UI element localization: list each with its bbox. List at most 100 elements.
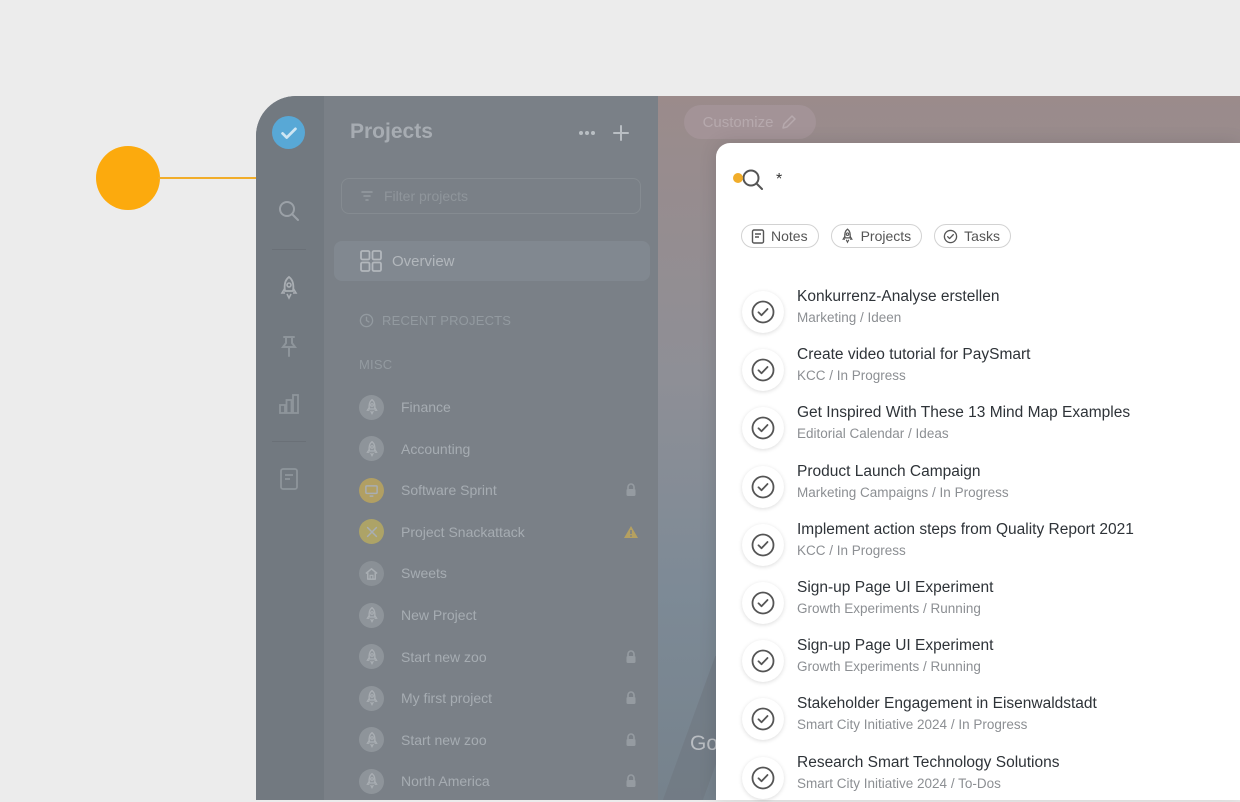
rail-notes-button[interactable]: [274, 464, 304, 494]
result-title: Product Launch Campaign: [797, 462, 981, 480]
rail-divider: [272, 249, 306, 250]
search-result-item[interactable]: Research Smart Technology Solutions Smart…: [742, 754, 1222, 802]
task-check-icon[interactable]: [742, 698, 784, 741]
lock-icon: [623, 773, 639, 789]
more-options-button[interactable]: [576, 122, 598, 144]
rocket-icon: [359, 727, 384, 753]
search-result-item[interactable]: Konkurrenz-Analyse erstellen Marketing / …: [742, 288, 1222, 336]
rail-reports-button[interactable]: [274, 389, 304, 419]
rocket-icon: [840, 228, 855, 244]
search-icon: [740, 167, 766, 193]
lock-icon: [623, 690, 639, 706]
callout-endpoint: [733, 173, 743, 183]
filter-chip-label: Projects: [860, 228, 912, 244]
result-title: Create video tutorial for PaySmart: [797, 346, 1031, 364]
project-item[interactable]: Project Snackattack: [359, 518, 639, 546]
filter-field: [341, 178, 641, 214]
project-item[interactable]: My first project: [359, 684, 639, 712]
app-logo[interactable]: [272, 116, 305, 149]
overview-label: Overview: [392, 252, 455, 270]
warning-icon: [623, 524, 639, 540]
result-path: Smart City Initiative 2024 / In Progress: [797, 717, 1028, 733]
search-result-item[interactable]: Stakeholder Engagement in Eisenwaldstadt…: [742, 695, 1222, 743]
rocket-icon: [359, 644, 384, 670]
filter-chip-projects[interactable]: Projects: [830, 224, 923, 248]
misc-label: MISC: [359, 357, 393, 372]
result-path: Editorial Calendar / Ideas: [797, 426, 949, 442]
search-result-item[interactable]: Product Launch Campaign Marketing Campaig…: [742, 463, 1222, 511]
result-path: Growth Experiments / Running: [797, 601, 981, 616]
project-item[interactable]: Start new zoo: [359, 643, 639, 671]
filter-chip-label: Notes: [771, 228, 808, 244]
task-check-icon[interactable]: [742, 640, 784, 683]
lock-icon: [623, 732, 639, 748]
search-result-item[interactable]: Get Inspired With These 13 Mind Map Exam…: [742, 404, 1222, 452]
project-label: Project Snackattack: [401, 523, 525, 540]
project-label: Accounting: [401, 440, 471, 457]
background-greeting: Go: [690, 732, 719, 755]
task-check-icon[interactable]: [742, 582, 784, 624]
project-item[interactable]: New Project: [359, 601, 639, 629]
lock-icon: [623, 482, 639, 498]
project-label: Finance: [401, 399, 451, 415]
pin-icon: [281, 336, 297, 357]
result-path: Smart City Initiative 2024 / To-Dos: [797, 775, 1001, 791]
project-label: Software Sprint: [401, 482, 497, 499]
projects-title: Projects: [350, 120, 433, 143]
result-path: KCC / In Progress: [797, 542, 906, 558]
filter-chip-notes[interactable]: Notes: [741, 224, 819, 248]
add-project-button[interactable]: [610, 122, 632, 144]
notes-icon: [280, 468, 298, 490]
project-item[interactable]: Software Sprint: [359, 476, 639, 504]
rocket-icon: [359, 685, 384, 711]
project-label: Start new zoo: [401, 648, 487, 665]
search-result-item[interactable]: Implement action steps from Quality Repo…: [742, 521, 1222, 569]
more-dots-icon: [579, 131, 595, 135]
callout-marker: [96, 146, 160, 210]
project-label: Sweets: [401, 565, 447, 582]
rocket-icon: [359, 394, 384, 420]
project-item[interactable]: North America: [359, 767, 639, 795]
overview-item[interactable]: Overview: [334, 241, 650, 281]
filter-chip-label: Tasks: [964, 228, 1000, 244]
search-result-item[interactable]: Sign-up Page UI Experiment Growth Experim…: [742, 637, 1222, 685]
monitor-icon: [359, 477, 384, 503]
result-path: Growth Experiments / Running: [797, 659, 981, 675]
grid-icon: [360, 250, 382, 272]
rail-divider: [272, 441, 306, 442]
chart-icon: [279, 394, 299, 414]
project-item[interactable]: Start new zoo: [359, 726, 639, 754]
task-check-icon[interactable]: [742, 523, 784, 566]
filter-chip-tasks[interactable]: Tasks: [934, 224, 1011, 248]
plus-icon: [613, 125, 629, 141]
customize-label: Customize: [702, 113, 774, 131]
recent-projects-header: RECENT PROJECTS: [359, 313, 511, 328]
task-check-icon[interactable]: [742, 349, 784, 392]
rocket-icon: [280, 275, 298, 300]
task-check-icon[interactable]: [742, 465, 784, 508]
task-check-icon[interactable]: [742, 291, 784, 333]
customize-button[interactable]: Customize: [684, 105, 816, 139]
filter-projects-input[interactable]: [382, 187, 626, 205]
checkmark-icon: [280, 127, 297, 139]
task-check-icon[interactable]: [742, 407, 784, 450]
task-check-icon[interactable]: [742, 756, 784, 799]
recent-projects-label: RECENT PROJECTS: [382, 313, 512, 328]
icon-rail: [256, 96, 325, 800]
search-result-item[interactable]: Create video tutorial for PaySmart KCC / …: [742, 346, 1222, 394]
project-label: Start new zoo: [401, 731, 487, 748]
rail-search-button[interactable]: [274, 196, 304, 226]
cross-icon: [359, 519, 384, 545]
search-icon: [279, 201, 299, 221]
search-input[interactable]: *: [776, 171, 782, 189]
rail-pin-button[interactable]: [274, 331, 304, 361]
project-item[interactable]: Finance: [359, 393, 639, 421]
project-item[interactable]: Sweets: [359, 559, 639, 587]
project-item[interactable]: Accounting: [359, 435, 639, 463]
clock-icon: [359, 313, 374, 328]
project-label: North America: [401, 773, 490, 790]
projects-panel: Projects Ov: [324, 96, 658, 800]
result-title: Research Smart Technology Solutions: [797, 753, 1060, 771]
rail-projects-button[interactable]: [274, 273, 304, 303]
search-result-item[interactable]: Sign-up Page UI Experiment Growth Experim…: [742, 579, 1222, 627]
